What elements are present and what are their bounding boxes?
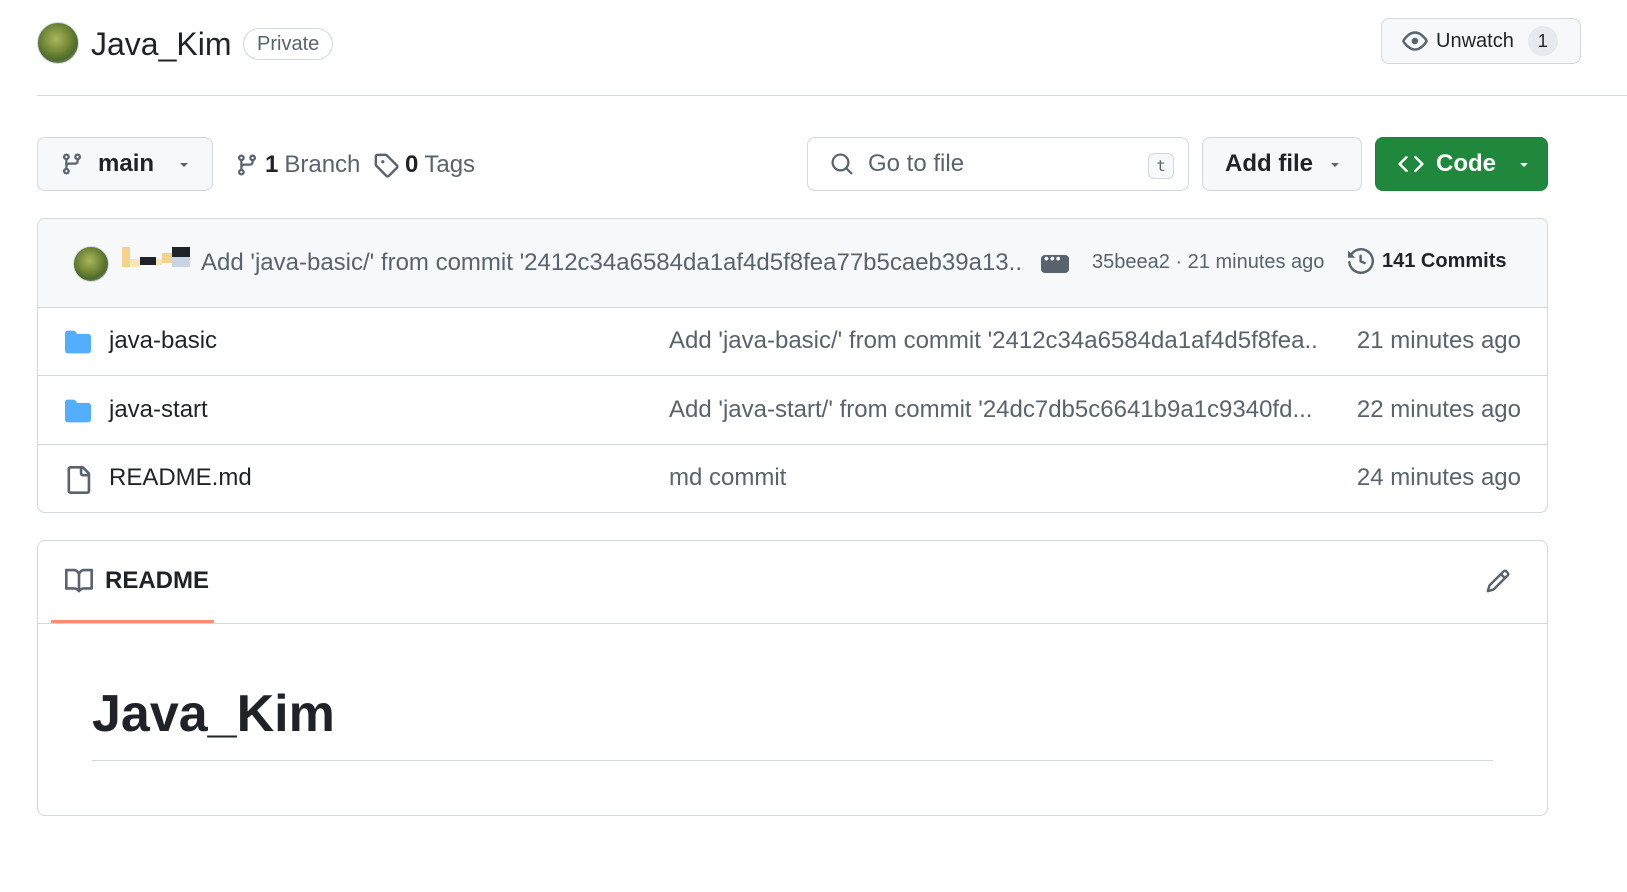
file-icon — [64, 466, 92, 494]
readme-panel: README Java_Kim — [37, 540, 1548, 816]
file-commit-time: 21 minutes ago — [1356, 327, 1521, 354]
latest-commit-message[interactable]: Add 'java-basic/' from commit '2412c34a6… — [201, 249, 1021, 277]
tag-icon — [373, 152, 399, 178]
code-icon — [1398, 151, 1424, 177]
readme-tab-label: README — [105, 566, 210, 594]
repo-page: Java_Kim Private Unwatch 1 main 1 Branch… — [0, 0, 1627, 892]
file-commit-time: 24 minutes ago — [1356, 464, 1521, 491]
commits-history-link[interactable]: 141 Commits — [1348, 248, 1507, 274]
file-row[interactable]: README.md md commit 24 minutes ago — [38, 445, 1547, 512]
tag-count: 0 — [405, 151, 419, 178]
code-button[interactable]: Code — [1375, 137, 1548, 191]
tab-readme[interactable]: README — [51, 541, 214, 623]
tag-label: Tags — [424, 151, 476, 178]
branch-name: main — [98, 150, 155, 177]
readme-tabbar: README — [38, 541, 1547, 624]
git-branch-icon — [60, 152, 84, 176]
latest-commit-bar: Add 'java-basic/' from commit '2412c34a6… — [38, 219, 1547, 308]
folder-icon — [64, 329, 92, 355]
file-commit-message[interactable]: Add 'java-start/' from commit '24dc7db5c… — [669, 396, 1319, 424]
unwatch-button[interactable]: Unwatch 1 — [1381, 18, 1581, 64]
visibility-badge: Private — [243, 28, 334, 60]
latest-commit-meta: 35beea2 · 21 minutes ago — [1092, 251, 1324, 274]
eye-icon — [1402, 28, 1428, 54]
book-icon — [65, 567, 93, 595]
add-file-label: Add file — [1225, 150, 1313, 177]
commits-count: 141 Commits — [1382, 249, 1507, 272]
folder-icon — [64, 398, 92, 424]
keyboard-shortcut-hint: t — [1148, 153, 1174, 179]
search-icon — [830, 152, 854, 176]
go-to-file-search[interactable]: t — [807, 137, 1189, 191]
committer-avatar[interactable] — [73, 246, 109, 282]
repo-title[interactable]: Java_Kim — [91, 24, 232, 64]
add-file-button[interactable]: Add file — [1202, 137, 1362, 191]
heading-divider — [92, 760, 1493, 761]
search-input[interactable] — [868, 150, 1128, 178]
file-name[interactable]: README.md — [109, 464, 252, 492]
branch-count: 1 — [265, 151, 279, 178]
tags-link[interactable]: 0 Tags — [373, 147, 475, 183]
unwatch-label: Unwatch — [1436, 29, 1514, 52]
file-row[interactable]: java-start Add 'java-start/' from commit… — [38, 377, 1547, 445]
commit-sha[interactable]: 35beea2 — [1092, 251, 1170, 273]
file-commit-message[interactable]: Add 'java-basic/' from commit '2412c34a6… — [669, 327, 1319, 355]
file-name[interactable]: java-start — [109, 396, 208, 424]
caret-down-icon — [176, 156, 192, 172]
file-commit-message[interactable]: md commit — [669, 464, 1319, 492]
kebab-horizontal-icon[interactable] — [1041, 250, 1069, 273]
meta-separator: · — [1175, 251, 1183, 273]
pencil-icon[interactable] — [1485, 568, 1511, 594]
branch-label: Branch — [284, 151, 361, 178]
commit-time: 21 minutes ago — [1187, 251, 1325, 273]
repo-header: Java_Kim Private Unwatch 1 — [37, 0, 1627, 96]
caret-down-icon — [1327, 156, 1343, 172]
history-icon — [1348, 248, 1374, 274]
branches-link[interactable]: 1 Branch — [235, 147, 360, 183]
git-branch-icon — [235, 153, 259, 177]
file-listing: Add 'java-basic/' from commit '2412c34a6… — [37, 218, 1548, 513]
committer-identicon[interactable] — [122, 247, 192, 269]
readme-heading: Java_Kim — [92, 685, 335, 743]
file-row[interactable]: java-basic Add 'java-basic/' from commit… — [38, 308, 1547, 376]
branch-selector-button[interactable]: main — [37, 137, 213, 191]
caret-down-icon — [1516, 156, 1532, 172]
owner-avatar[interactable] — [37, 22, 79, 64]
code-label: Code — [1436, 150, 1496, 177]
watch-count: 1 — [1527, 26, 1558, 56]
file-name[interactable]: java-basic — [109, 327, 217, 355]
file-commit-time: 22 minutes ago — [1356, 396, 1521, 423]
